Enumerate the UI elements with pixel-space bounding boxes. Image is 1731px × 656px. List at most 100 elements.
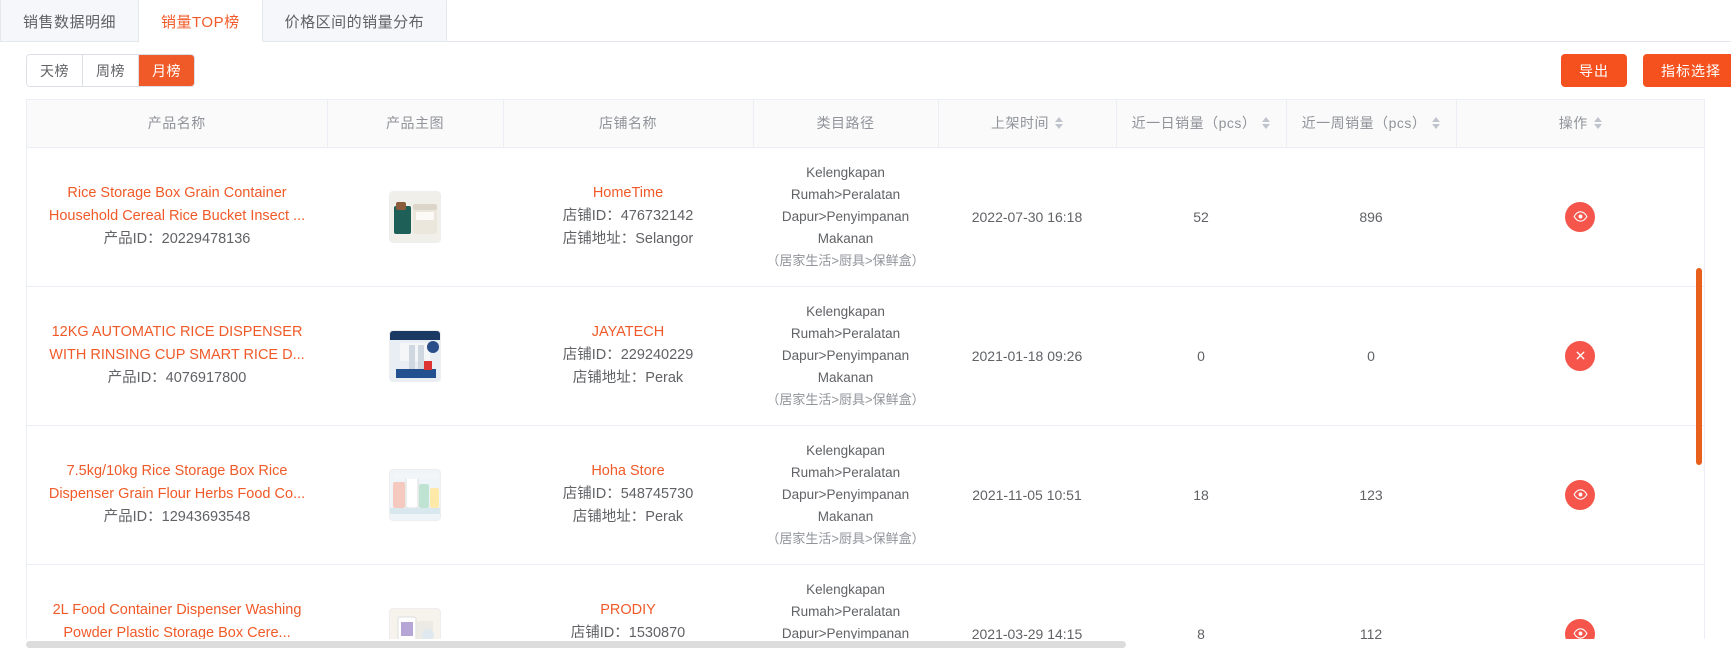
category-path: Kelengkapan Rumah>Peralatan Dapur>Penyim… (781, 303, 910, 385)
column-header-product-image[interactable]: 产品主图 (327, 100, 504, 148)
cell-sales-week: 0 (1286, 286, 1456, 426)
cell-product-name: Rice Storage Box Grain Container Househo… (27, 147, 327, 287)
product-thumbnail[interactable] (389, 607, 441, 639)
column-header-actions[interactable]: 操作 (1456, 100, 1704, 148)
cell-listed-time: 2021-01-18 09:26 (938, 286, 1116, 426)
sort-icon[interactable] (1432, 117, 1441, 130)
shop-address: 店铺地址：Selangor (513, 228, 743, 251)
product-title-link[interactable]: 7.5kg/10kg Rice Storage Box Rice Dispens… (37, 460, 317, 506)
shop-address-label: 店铺地址： (562, 231, 636, 247)
column-label: 产品名称 (147, 115, 206, 132)
shop-name-link[interactable]: Hoha Store (513, 460, 743, 483)
cell-product-image (327, 147, 503, 287)
product-id: 产品ID：20229478136 (37, 228, 317, 251)
vertical-scrollbar-thumb[interactable] (1696, 268, 1702, 465)
metric-select-button[interactable]: 指标选择 (1643, 54, 1731, 87)
tab-sales-top[interactable]: 销量TOP榜 (139, 0, 263, 42)
cell-product-name: 12KG AUTOMATIC RICE DISPENSER WITH RINSI… (27, 286, 327, 426)
cell-sales-day: 18 (1116, 425, 1286, 565)
horizontal-scrollbar-thumb[interactable] (26, 641, 1126, 648)
sales-day-value: 8 (1197, 625, 1205, 640)
cell-sales-day: 52 (1116, 147, 1286, 287)
shop-id: 店铺ID：229240229 (513, 344, 743, 367)
shop-id-value: 1530870 (628, 625, 686, 639)
listed-time-value: 2021-03-29 14:15 (971, 625, 1083, 640)
listed-time-value: 2021-01-18 09:26 (971, 347, 1083, 364)
cell-shop: PRODIY店铺ID：1530870店铺地址：Perak (503, 564, 753, 639)
column-header-product-name[interactable]: 产品名称 (27, 100, 328, 148)
shop-id-label: 店铺ID： (562, 486, 621, 502)
product-thumbnail[interactable] (389, 468, 441, 521)
product-id-value: 20229478136 (161, 231, 251, 247)
shop-name-link[interactable]: HomeTime (513, 182, 743, 205)
shop-address-label: 店铺地址： (572, 370, 646, 386)
product-thumbnail[interactable] (389, 190, 441, 243)
tab-label: 销量TOP榜 (161, 13, 240, 31)
product-title-link[interactable]: 12KG AUTOMATIC RICE DISPENSER WITH RINSI… (37, 321, 317, 367)
column-header-shop-name[interactable]: 店铺名称 (503, 100, 754, 148)
column-label: 产品主图 (386, 115, 444, 132)
category-path: Kelengkapan Rumah>Peralatan Dapur>Penyim… (781, 581, 910, 640)
sort-icon[interactable] (1593, 117, 1602, 130)
cell-shop: HomeTime 店铺ID：476732142 店铺地址：Selangor (503, 147, 753, 287)
category-path-cn: （居家生活>厨具>保鲜盒） (766, 252, 925, 268)
tab-bar: 销售数据明细 销量TOP榜 价格区间的销量分布 (0, 0, 1731, 42)
column-header-sales-week[interactable]: 近一周销量（pcs） (1286, 100, 1457, 148)
table-row: Rice Storage Box Grain Container Househo… (27, 147, 1704, 287)
export-button[interactable]: 导出 (1561, 54, 1627, 87)
sales-day-value: 18 (1193, 486, 1209, 503)
product-thumbnail[interactable] (389, 329, 441, 382)
product-title-link[interactable]: 2L Food Container Dispenser Washing Powd… (37, 599, 317, 639)
table-row: 12KG AUTOMATIC RICE DISPENSER WITH RINSI… (27, 286, 1704, 426)
cell-listed-time: 2021-03-29 14:15 (938, 564, 1116, 639)
sales-week-value: 896 (1359, 208, 1383, 225)
cell-actions (1456, 564, 1704, 639)
ranking-table-container: 产品名称 产品主图 店铺名称 类目路径 上架时间 近一日销量（pcs） 近一周销… (26, 99, 1705, 639)
period-month-button[interactable]: 月榜 (139, 55, 194, 86)
product-id-label: 产品ID： (107, 370, 166, 386)
shop-id-value: 229240229 (620, 347, 694, 363)
product-id-label: 产品ID： (103, 509, 162, 525)
column-header-sales-day[interactable]: 近一日销量（pcs） (1116, 100, 1287, 148)
product-title-link[interactable]: Rice Storage Box Grain Container Househo… (37, 182, 317, 228)
shop-address-label: 店铺地址： (572, 509, 646, 525)
sales-day-value: 0 (1197, 347, 1205, 364)
column-label: 操作 (1558, 115, 1588, 132)
column-header-listed-time[interactable]: 上架时间 (938, 100, 1117, 148)
column-label: 类目路径 (816, 115, 875, 132)
period-segmented-control: 天榜 周榜 月榜 (26, 54, 195, 87)
sales-day-value: 52 (1193, 208, 1209, 225)
close-icon-action-button[interactable] (1565, 340, 1595, 371)
column-header-category-path[interactable]: 类目路径 (753, 100, 939, 148)
horizontal-scrollbar-track[interactable] (26, 641, 1705, 652)
cell-listed-time: 2021-11-05 10:51 (938, 425, 1116, 565)
cell-shop: Hoha Store 店铺ID：548745730 店铺地址：Perak (503, 425, 753, 565)
cell-sales-day: 0 (1116, 286, 1286, 426)
shop-address: 店铺地址：Perak (513, 506, 743, 529)
cell-category: Kelengkapan Rumah>Peralatan Dapur>Penyim… (753, 147, 938, 287)
sort-icon[interactable] (1262, 117, 1271, 130)
period-week-label: 周榜 (96, 62, 125, 79)
eye-icon-action-button[interactable] (1565, 479, 1595, 510)
shop-id-value: 476732142 (620, 208, 694, 224)
tab-sales-detail[interactable]: 销售数据明细 (0, 0, 140, 41)
shop-name-link[interactable]: PRODIY (513, 599, 743, 622)
eye-icon-action-button[interactable] (1565, 618, 1595, 639)
shop-id-value: 548745730 (620, 486, 694, 502)
period-day-button[interactable]: 天榜 (27, 55, 83, 86)
eye-icon-action-button[interactable] (1565, 201, 1595, 232)
sort-icon[interactable] (1055, 117, 1063, 130)
sales-week-value: 123 (1359, 486, 1383, 503)
cell-actions (1456, 425, 1704, 565)
cell-actions (1456, 147, 1704, 287)
column-label: 近一周销量（pcs） (1301, 115, 1427, 132)
shop-name-link[interactable]: JAYATECH (513, 321, 743, 344)
period-week-button[interactable]: 周榜 (83, 55, 139, 86)
tab-price-distribution[interactable]: 价格区间的销量分布 (262, 0, 448, 41)
toolbar: 天榜 周榜 月榜 导出 指标选择 (0, 42, 1731, 99)
product-id: 产品ID：12943693548 (37, 506, 317, 529)
column-label: 上架时间 (991, 115, 1049, 132)
cell-category: Kelengkapan Rumah>Peralatan Dapur>Penyim… (753, 564, 938, 639)
category-path: Kelengkapan Rumah>Peralatan Dapur>Penyim… (781, 164, 910, 246)
shop-address-value: Selangor (635, 231, 694, 247)
